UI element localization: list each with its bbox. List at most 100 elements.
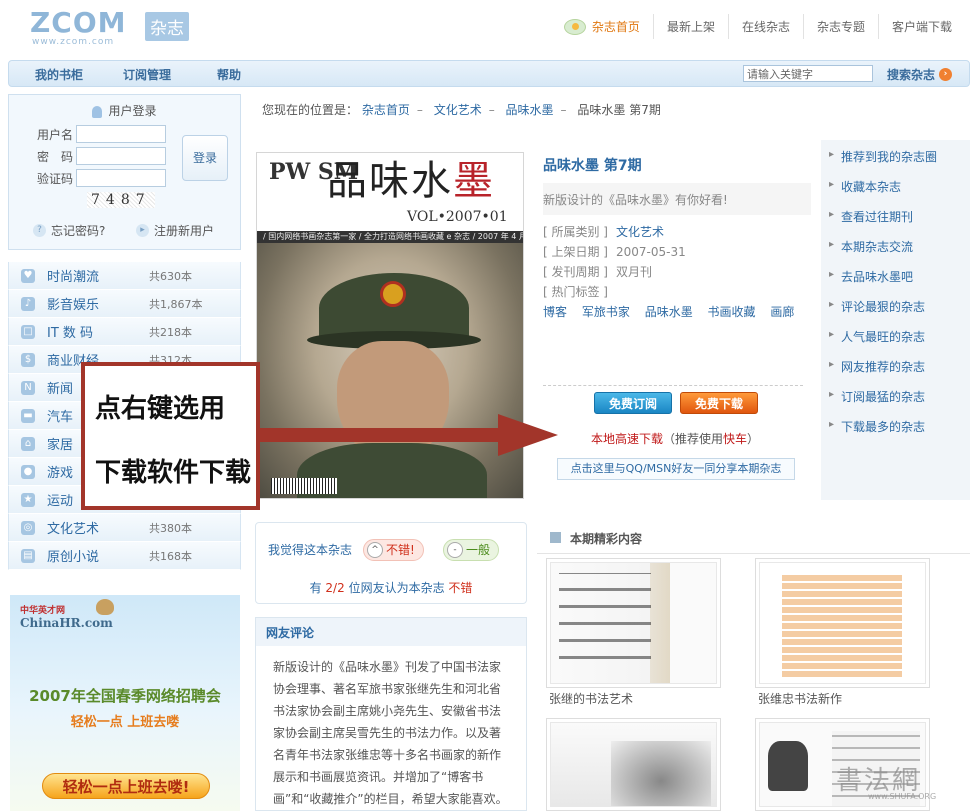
top-nav: 杂志首页 最新上架 在线杂志 杂志专题 客户端下载 [551,14,965,39]
breadcrumb-current: 品味水墨 第7期 [577,103,661,117]
cover-title: 品味水墨 [327,158,495,204]
user-icon [92,105,103,118]
vote-ok-button[interactable]: - 一般 [443,539,500,561]
category-item[interactable]: ♥ 时尚潮流 共630本 [8,262,241,290]
login-title: 用户登录 [9,102,240,119]
breadcrumb-home[interactable]: 杂志首页 [362,103,410,117]
link-most-subscribed[interactable]: 订阅最猛的杂志 [829,388,925,405]
annotation-overlay: 点右键选用 下载软件下载 [81,362,260,510]
vote-question: 我觉得这本杂志 [268,543,353,557]
free-download-button[interactable]: 免费下载 [680,392,758,414]
nav-online[interactable]: 在线杂志 [727,14,803,39]
vote-result: 有 2/2 位网友认为本杂志 不错 [309,581,473,595]
link-past-issues[interactable]: 查看过往期刊 [829,208,913,225]
cover-volume: VOL•2007•01 [407,209,508,225]
category-item[interactable]: ◎ 文化艺术 共380本 [8,514,241,542]
tag-link[interactable]: 书画收藏 [708,305,756,319]
chat-bubble-icon [563,18,586,35]
username-field[interactable] [76,125,166,143]
captcha-image: 7487 [87,192,155,208]
link-most-popular[interactable]: 人气最旺的杂志 [829,328,925,345]
gamepad-icon: ● [21,464,35,479]
breadcrumb: 您现在的位置是： 杂志首页 – 文化艺术 – 品味水墨 – 品味水墨 第7期 [262,103,661,117]
shufa-watermark: 書法網 www.SHUFA.ORG [836,766,937,801]
music-icon: ♪ [21,296,35,311]
category-item[interactable]: ♪ 影音娱乐 共1,867本 [8,290,241,318]
vote-box: 我觉得这本杂志 ^ 不错! - 一般 有 2/2 位网友认为本杂志 不错 [255,522,527,604]
vote-good-button[interactable]: ^ 不错! [363,539,424,561]
magazine-info: 品味水墨 第7期 新版设计的《品味水墨》有你好看! [ 所属类别 ] 文化艺术 [… [543,155,811,386]
download-note: 本地高速下载（推荐使用快车） [591,432,760,446]
highlight-caption-1[interactable]: 张继的书法艺术 [549,690,633,707]
ad-pill-button[interactable]: 轻松一点上班去喽! [42,773,210,799]
cap-badge-icon [380,281,406,307]
ad-headline: 2007年全国春季网络招聘会 [29,687,221,705]
arrow-right-icon: › [939,68,953,81]
annotation-line-2: 下载软件下载 [95,458,252,488]
magazine-description: 新版设计的《品味水墨》有你好看! [543,183,811,215]
category-item[interactable]: ▤ 原创小说 共168本 [8,542,241,570]
nav-latest[interactable]: 最新上架 [652,14,728,39]
captcha-field[interactable] [76,169,166,187]
header: ZCOM www.zcom.com 杂志 杂志首页 最新上架 在线杂志 杂志专题… [0,0,975,56]
link-recommend[interactable]: 推荐到我的杂志圈 [829,148,937,165]
field-category: [ 所属类别 ] 文化艺术 [543,225,665,239]
login-button[interactable]: 登录 [182,135,228,181]
news-icon: N [21,380,35,395]
logo-text: ZCOM [30,6,127,39]
nav-client-download[interactable]: 客户端下载 [877,14,965,39]
flashget-link[interactable]: 快车 [723,432,747,446]
breadcrumb-magazine[interactable]: 品味水墨 [506,103,554,117]
free-subscribe-button[interactable]: 免费订阅 [594,392,672,414]
link-user-recommended[interactable]: 网友推荐的杂志 [829,358,925,375]
tag-link[interactable]: 画廊 [770,305,794,319]
comments-title: 网友评论 [256,618,526,646]
logo-url: www.zcom.com [32,37,115,47]
register-link[interactable]: ▸ 注册新用户 [136,222,214,239]
link-forum[interactable]: 去品味水墨吧 [829,268,913,285]
magazine-title: 品味水墨 第7期 [543,158,642,174]
ad-brand: 中华英才网 ChinaHR.com [20,606,113,630]
username-label: 用户名 [36,128,73,142]
search-input[interactable] [743,65,873,82]
login-box: 用户登录 用户名 密 码 验证码 7487 登录 ? 忘记密码? ▸ 注册新用户 [8,94,241,250]
field-hot-tags: [ 热门标签 ] [543,285,608,299]
link-most-reviewed[interactable]: 评论最狠的杂志 [829,298,925,315]
money-icon: $ [21,352,35,367]
highlight-thumb-calligraphy-1[interactable] [546,558,721,688]
link-most-downloaded[interactable]: 下载最多的杂志 [829,418,925,435]
category-item[interactable]: □ IT 数 码共218本 [8,318,241,346]
cover-strip: / 国内网络书画杂志第一家 / 全力打造网络书画收藏 e 杂志 / 2007 年… [257,231,523,243]
share-with-friends-button[interactable]: 点击这里与QQ/MSN好友一同分享本期杂志 [557,458,795,480]
password-field[interactable] [76,147,166,165]
zcom-logo[interactable]: ZCOM www.zcom.com 杂志 [30,6,189,47]
tag-link[interactable]: 军旅书家 [582,305,630,319]
search-button[interactable]: 搜索杂志 › [887,66,953,83]
chinahr-ad-banner[interactable]: 中华英才网 ChinaHR.com 2007年全国春季网络招聘会 轻松一点 上班去… [10,595,240,811]
local-download-link[interactable]: 本地高速下载 [591,432,663,446]
forgot-password-link[interactable]: ? 忘记密码? [33,222,105,239]
highlight-thumb-calligraphy-2[interactable] [755,558,930,688]
nav-magazine-home[interactable]: 杂志首页 [551,14,653,39]
highlight-caption-2[interactable]: 张维忠书法新作 [758,690,842,707]
nav-bookshelf[interactable]: 我的书柜 [35,66,83,83]
nav-subscriptions[interactable]: 订阅管理 [123,66,171,83]
runner-icon: ★ [21,492,35,507]
tag-link[interactable]: 品味水墨 [645,305,693,319]
comment-body: 新版设计的《品味水墨》刊发了中国书法家协会理事、著名军旅书家张继先生和河北省书法… [273,660,508,806]
right-sidebar-links: 推荐到我的杂志圈 收藏本杂志 查看过往期刊 本期杂志交流 去品味水墨吧 评论最狠… [821,140,970,500]
tag-list: 博客 军旅书家 品味水墨 书画收藏 画廊 [543,303,805,320]
highlights-title: 本期精彩内容 [537,522,970,554]
category-link[interactable]: 文化艺术 [616,225,664,239]
password-label: 密 码 [36,150,73,164]
breadcrumb-category[interactable]: 文化艺术 [434,103,482,117]
link-favorite[interactable]: 收藏本杂志 [829,178,901,195]
nav-topics[interactable]: 杂志专题 [802,14,878,39]
nav-help[interactable]: 帮助 [217,66,241,83]
target-icon: ◎ [21,520,35,535]
heart-icon: ♥ [21,268,35,283]
highlight-thumb-3[interactable] [546,718,721,811]
link-discussion[interactable]: 本期杂志交流 [829,238,913,255]
logo-badge: 杂志 [145,12,189,41]
tag-link[interactable]: 博客 [543,305,567,319]
